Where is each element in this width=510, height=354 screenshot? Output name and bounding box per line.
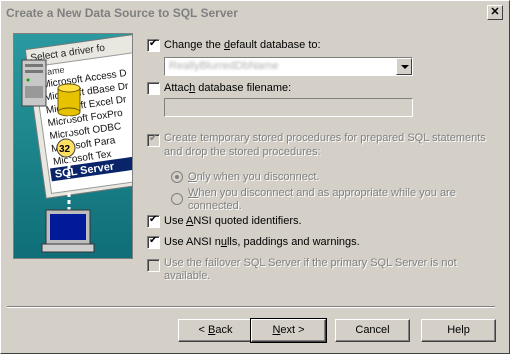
server-icon xyxy=(21,59,47,107)
wizard-illustration: Select a driver fo Name Microsoft Access… xyxy=(13,33,133,259)
database-icon xyxy=(57,83,81,117)
attach-db-label[interactable]: Attach database filename: xyxy=(164,82,291,94)
next-button[interactable]: Next > xyxy=(250,318,327,343)
dialog-window: Create a New Data Source to SQL Server ✕… xyxy=(0,0,510,354)
failover-label-line1: Use the failover SQL Server if the prima… xyxy=(164,257,457,269)
change-default-db-checkbox[interactable] xyxy=(147,38,160,52)
window-title: Create a New Data Source to SQL Server xyxy=(6,6,238,20)
ansi-quoted-label[interactable]: Use ANSI quoted identifiers. xyxy=(164,215,302,227)
help-button[interactable]: Help xyxy=(421,319,496,342)
ansi-quoted-checkbox[interactable] xyxy=(147,214,160,228)
badge-32-icon: 32 xyxy=(56,138,76,158)
button-separator xyxy=(7,306,495,308)
change-default-db-label[interactable]: Change the default database to: xyxy=(164,39,321,51)
failover-checkbox[interactable] xyxy=(147,259,160,272)
temp-procs-label-line2: and drop the stored procedures: xyxy=(164,146,321,158)
close-button[interactable]: ✕ xyxy=(487,5,503,20)
close-icon: ✕ xyxy=(490,6,500,18)
temp-procs-checkbox[interactable] xyxy=(147,133,160,147)
only-when-disconnect-radio[interactable] xyxy=(171,171,183,183)
attach-db-filename-input[interactable] xyxy=(164,98,413,117)
when-disconnect-appropriate-label[interactable]: When you disconnect and as appropriate w… xyxy=(188,187,456,199)
back-button[interactable]: < Back xyxy=(178,319,253,342)
computer-icon xyxy=(41,209,95,253)
wizard-illustration-graphic: Select a driver fo Name Microsoft Access… xyxy=(14,34,132,258)
when-disconnect-appropriate-radio[interactable] xyxy=(171,193,183,205)
only-when-disconnect-label[interactable]: Only when you disconnect. xyxy=(188,171,319,183)
attach-db-checkbox[interactable] xyxy=(147,82,160,95)
default-database-combobox[interactable]: ReallyBlurredDbName xyxy=(164,57,413,76)
cancel-button[interactable]: Cancel xyxy=(335,319,410,342)
when-disconnect-appropriate-label-line2: connected. xyxy=(188,200,242,212)
failover-label-line2: available. xyxy=(164,270,211,282)
title-bar[interactable]: Create a New Data Source to SQL Server ✕ xyxy=(3,3,506,22)
ansi-nulls-checkbox[interactable] xyxy=(147,235,160,249)
temp-procs-label-line1: Create temporary stored procedures for p… xyxy=(164,132,486,144)
default-database-value: ReallyBlurredDbName xyxy=(169,60,279,72)
chevron-down-icon[interactable] xyxy=(396,58,412,75)
svg-text:32: 32 xyxy=(59,144,71,155)
ansi-nulls-label[interactable]: Use ANSI nulls, paddings and warnings. xyxy=(164,236,360,248)
